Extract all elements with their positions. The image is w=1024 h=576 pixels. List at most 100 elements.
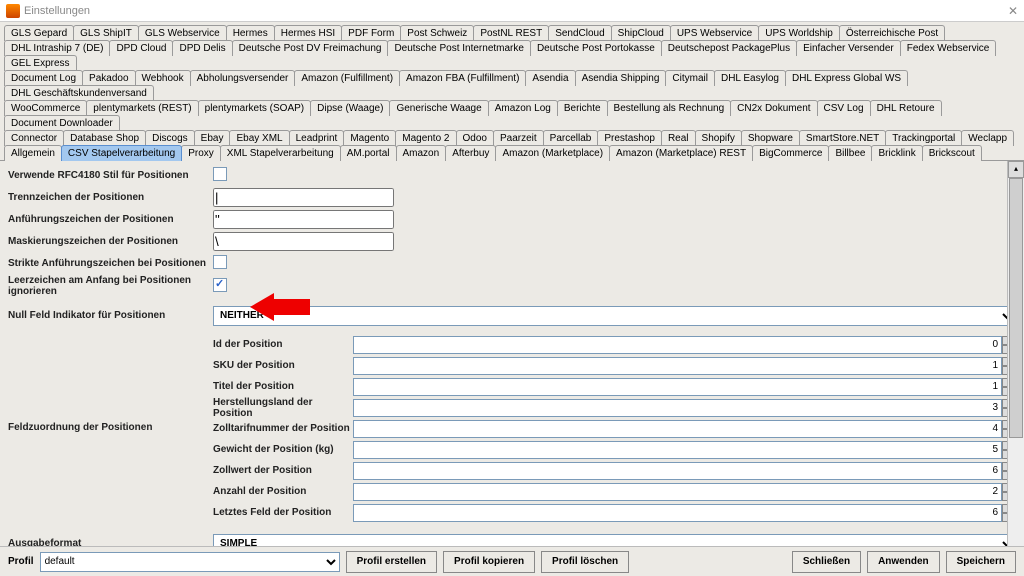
tab-bigcommerce[interactable]: BigCommerce xyxy=(752,145,829,161)
tab-post-schweiz[interactable]: Post Schweiz xyxy=(400,25,474,41)
delete-profile-button[interactable]: Profil löschen xyxy=(541,551,629,573)
tab-ebay-xml[interactable]: Ebay XML xyxy=(229,130,289,146)
tab-weclapp[interactable]: Weclapp xyxy=(961,130,1014,146)
create-profile-button[interactable]: Profil erstellen xyxy=(346,551,437,573)
tab-dhl-express-global-ws[interactable]: DHL Express Global WS xyxy=(785,70,908,86)
tab-amazon-fba-fulfillment-[interactable]: Amazon FBA (Fulfillment) xyxy=(399,70,526,86)
tab-trackingportal[interactable]: Trackingportal xyxy=(885,130,962,146)
tab-prestashop[interactable]: Prestashop xyxy=(597,130,662,146)
scroll-thumb[interactable] xyxy=(1009,178,1023,438)
tab-csv-log[interactable]: CSV Log xyxy=(817,100,871,116)
tab-connector[interactable]: Connector xyxy=(4,130,64,146)
tab-shopify[interactable]: Shopify xyxy=(695,130,742,146)
tab-fedex-webservice[interactable]: Fedex Webservice xyxy=(900,40,997,56)
tab-amazon-marketplace-[interactable]: Amazon (Marketplace) xyxy=(495,145,610,161)
tab-brickscout[interactable]: Brickscout xyxy=(922,145,982,161)
tab-allgemein[interactable]: Allgemein xyxy=(4,145,62,161)
tab-pakadoo[interactable]: Pakadoo xyxy=(82,70,135,86)
vertical-scrollbar[interactable]: ▴ ▾ xyxy=(1007,161,1024,576)
select-profile[interactable]: default xyxy=(40,552,340,572)
tab-paarzeit[interactable]: Paarzeit xyxy=(493,130,544,146)
tab-berichte[interactable]: Berichte xyxy=(557,100,608,116)
input-quote[interactable] xyxy=(213,210,394,229)
tab-ups-webservice[interactable]: UPS Webservice xyxy=(670,25,759,41)
tab-am-portal[interactable]: AM.portal xyxy=(340,145,397,161)
tab-cn2x-dokument[interactable]: CN2x Dokument xyxy=(730,100,817,116)
tab-dhl-easylog[interactable]: DHL Easylog xyxy=(714,70,786,86)
tab-magento[interactable]: Magento xyxy=(343,130,396,146)
tab-deutsche-post-dv-freimachung[interactable]: Deutsche Post DV Freimachung xyxy=(232,40,389,56)
tab-afterbuy[interactable]: Afterbuy xyxy=(445,145,496,161)
tab-deutsche-post-internetmarke[interactable]: Deutsche Post Internetmarke xyxy=(387,40,531,56)
tab-gls-webservice[interactable]: GLS Webservice xyxy=(138,25,227,41)
fieldmap-value-input[interactable] xyxy=(353,420,1002,438)
fieldmap-value-input[interactable] xyxy=(353,357,1002,375)
checkbox-strict-quote[interactable] xyxy=(213,255,227,269)
tab--sterreichische-post[interactable]: Österreichische Post xyxy=(839,25,945,41)
tab-asendia[interactable]: Asendia xyxy=(525,70,575,86)
tab-shopware[interactable]: Shopware xyxy=(741,130,800,146)
fieldmap-value-input[interactable] xyxy=(353,399,1002,417)
checkbox-use-rfc4180[interactable] xyxy=(213,167,227,181)
tab-document-downloader[interactable]: Document Downloader xyxy=(4,115,120,131)
checkbox-ignore-ws[interactable] xyxy=(213,278,227,292)
tab-magento-2[interactable]: Magento 2 xyxy=(395,130,456,146)
input-separator[interactable] xyxy=(213,188,394,207)
fieldmap-value-input[interactable] xyxy=(353,441,1002,459)
tab-discogs[interactable]: Discogs xyxy=(145,130,195,146)
close-button[interactable]: Schließen xyxy=(792,551,861,573)
tab-ebay[interactable]: Ebay xyxy=(194,130,231,146)
fieldmap-value-input[interactable] xyxy=(353,378,1002,396)
tab-plentymarkets-soap-[interactable]: plentymarkets (SOAP) xyxy=(198,100,311,116)
tab-billbee[interactable]: Billbee xyxy=(828,145,872,161)
tab-amazon-log[interactable]: Amazon Log xyxy=(488,100,558,116)
tab-generische-waage[interactable]: Generische Waage xyxy=(389,100,488,116)
fieldmap-value-input[interactable] xyxy=(353,462,1002,480)
tab-dipse-waage-[interactable]: Dipse (Waage) xyxy=(310,100,390,116)
tab-gls-gepard[interactable]: GLS Gepard xyxy=(4,25,74,41)
tab-bricklink[interactable]: Bricklink xyxy=(871,145,922,161)
tab-abholungsversender[interactable]: Abholungsversender xyxy=(190,70,296,86)
save-button[interactable]: Speichern xyxy=(946,551,1016,573)
tab-xml-stapelverarbeitung[interactable]: XML Stapelverarbeitung xyxy=(220,145,341,161)
tab-dhl-intraship-7-de-[interactable]: DHL Intraship 7 (DE) xyxy=(4,40,110,56)
tab-postnl-rest[interactable]: PostNL REST xyxy=(473,25,549,41)
tab-amazon[interactable]: Amazon xyxy=(396,145,447,161)
select-null-indicator[interactable]: NEITHER xyxy=(213,306,1016,326)
tab-parcellab[interactable]: Parcellab xyxy=(543,130,599,146)
tab-bestellung-als-rechnung[interactable]: Bestellung als Rechnung xyxy=(607,100,732,116)
tab-dhl-retoure[interactable]: DHL Retoure xyxy=(870,100,942,116)
tab-hermes[interactable]: Hermes xyxy=(226,25,275,41)
tab-dhl-gesch-ftskundenversand[interactable]: DHL Geschäftskundenversand xyxy=(4,85,154,101)
tab-hermes-hsi[interactable]: Hermes HSI xyxy=(274,25,342,41)
scroll-up-icon[interactable]: ▴ xyxy=(1008,161,1024,178)
tab-sendcloud[interactable]: SendCloud xyxy=(548,25,611,41)
fieldmap-value-input[interactable] xyxy=(353,483,1002,501)
tab-amazon-fulfillment-[interactable]: Amazon (Fulfillment) xyxy=(294,70,400,86)
tab-csv-stapelverarbeitung[interactable]: CSV Stapelverarbeitung xyxy=(61,145,182,161)
tab-citymail[interactable]: Citymail xyxy=(665,70,715,86)
tab-deutsche-post-portokasse[interactable]: Deutsche Post Portokasse xyxy=(530,40,662,56)
close-icon[interactable]: ✕ xyxy=(1008,4,1018,18)
tab-dpd-delis[interactable]: DPD Delis xyxy=(172,40,232,56)
tab-shipcloud[interactable]: ShipCloud xyxy=(611,25,671,41)
tab-database-shop[interactable]: Database Shop xyxy=(63,130,146,146)
tab-gel-express[interactable]: GEL Express xyxy=(4,55,77,71)
tab-einfacher-versender[interactable]: Einfacher Versender xyxy=(796,40,901,56)
tab-real[interactable]: Real xyxy=(661,130,696,146)
tab-leadprint[interactable]: Leadprint xyxy=(289,130,345,146)
tab-asendia-shipping[interactable]: Asendia Shipping xyxy=(575,70,667,86)
tab-odoo[interactable]: Odoo xyxy=(456,130,494,146)
tab-amazon-marketplace-rest[interactable]: Amazon (Marketplace) REST xyxy=(609,145,753,161)
tab-deutschepost-packageplus[interactable]: Deutschepost PackagePlus xyxy=(661,40,797,56)
fieldmap-value-input[interactable] xyxy=(353,504,1002,522)
tab-pdf-form[interactable]: PDF Form xyxy=(341,25,401,41)
copy-profile-button[interactable]: Profil kopieren xyxy=(443,551,535,573)
input-escape[interactable] xyxy=(213,232,394,251)
tab-plentymarkets-rest-[interactable]: plentymarkets (REST) xyxy=(86,100,198,116)
apply-button[interactable]: Anwenden xyxy=(867,551,940,573)
fieldmap-value-input[interactable] xyxy=(353,336,1002,354)
tab-dpd-cloud[interactable]: DPD Cloud xyxy=(109,40,173,56)
tab-webhook[interactable]: Webhook xyxy=(135,70,191,86)
tab-smartstore-net[interactable]: SmartStore.NET xyxy=(799,130,886,146)
